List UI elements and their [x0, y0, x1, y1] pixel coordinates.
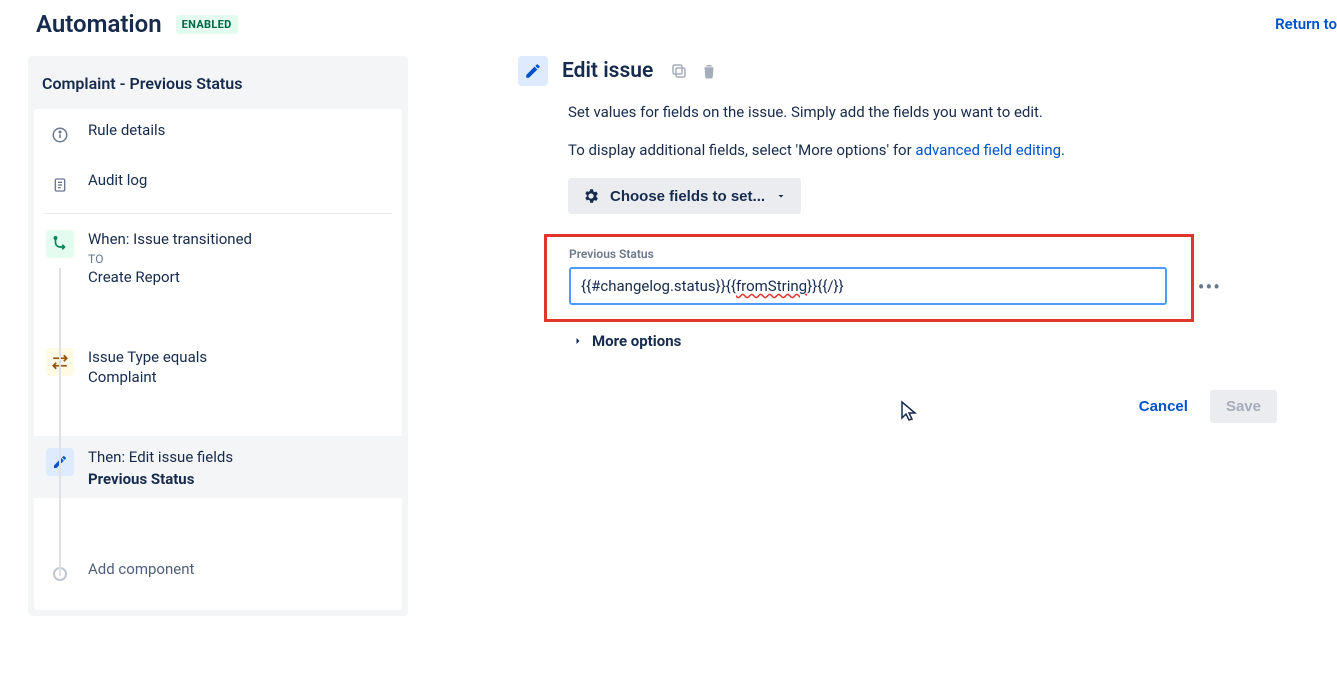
save-button[interactable]: Save [1210, 390, 1277, 423]
editor-desc-2: To display additional fields, select 'Mo… [568, 138, 1307, 162]
field-label: Previous Status [569, 247, 1169, 261]
add-component-label: Add component [88, 560, 390, 578]
trigger-destination: Create Report [88, 268, 390, 286]
pencil-icon [518, 56, 548, 86]
page-title: Automation [36, 10, 162, 38]
chevron-right-icon [572, 335, 584, 347]
rule-name: Complaint - Previous Status [28, 56, 408, 109]
audit-log-row[interactable]: Audit log [34, 159, 402, 209]
gear-icon [582, 187, 600, 205]
status-badge: ENABLED [176, 15, 238, 34]
copy-icon[interactable] [667, 59, 691, 83]
add-component-row[interactable]: Add component [34, 548, 402, 598]
condition-row[interactable]: Issue Type equals Complaint [34, 336, 402, 396]
rule-sidebar: Complaint - Previous Status Rule details… [28, 56, 408, 616]
more-options-toggle[interactable]: More options [572, 332, 1307, 350]
trigger-sub: TO [88, 252, 390, 266]
advanced-editing-link[interactable]: advanced field editing [915, 141, 1061, 159]
more-options-label: More options [592, 332, 681, 350]
choose-fields-button[interactable]: Choose fields to set... [568, 178, 801, 214]
chevron-down-icon [775, 190, 787, 202]
previous-status-field-block: Previous Status {{#changelog.status}}{{f… [544, 234, 1194, 322]
return-link[interactable]: Return to [1275, 15, 1337, 33]
editor-desc-2-prefix: To display additional fields, select 'Mo… [568, 141, 915, 159]
rule-details-row[interactable]: Rule details [34, 109, 402, 159]
trigger-row[interactable]: When: Issue transitioned TO Create Repor… [34, 218, 402, 296]
divider [44, 213, 392, 214]
condition-value: Complaint [88, 368, 390, 386]
previous-status-input[interactable]: {{#changelog.status}}{{fromString}}{{/}} [569, 267, 1167, 305]
add-icon [46, 560, 74, 588]
audit-log-label: Audit log [88, 171, 390, 189]
document-icon [46, 171, 74, 199]
choose-fields-label: Choose fields to set... [610, 188, 765, 205]
trigger-icon [46, 230, 74, 258]
field-more-icon[interactable]: ••• [1198, 275, 1221, 299]
info-icon [46, 121, 74, 149]
condition-title: Issue Type equals [88, 348, 390, 366]
condition-icon [46, 348, 74, 376]
editor-title: Edit issue [562, 59, 653, 83]
action-value: Previous Status [88, 470, 390, 488]
action-row[interactable]: Then: Edit issue fields Previous Status [34, 436, 402, 498]
action-icon [46, 448, 74, 476]
rule-details-label: Rule details [88, 121, 390, 139]
editor-desc-1: Set values for fields on the issue. Simp… [568, 100, 1307, 124]
editor-panel: Edit issue Set values for fields on the … [408, 56, 1337, 616]
page-header: Automation ENABLED Return to [0, 0, 1337, 56]
trash-icon[interactable] [697, 59, 721, 83]
cancel-button[interactable]: Cancel [1127, 390, 1200, 423]
trigger-title: When: Issue transitioned [88, 230, 390, 248]
action-title: Then: Edit issue fields [88, 448, 390, 466]
